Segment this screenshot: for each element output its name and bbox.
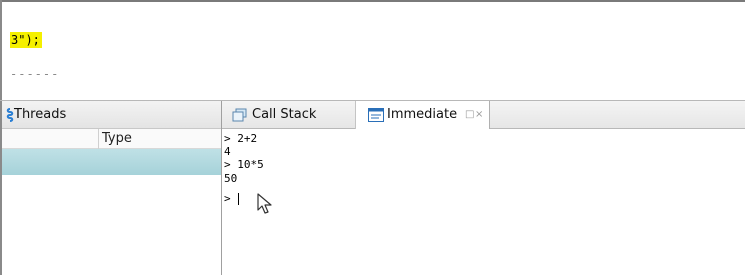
editor-separator-line: ------ bbox=[10, 67, 60, 81]
threads-panel: Threads Type bbox=[2, 101, 221, 275]
tab-threads[interactable]: Threads bbox=[2, 101, 221, 129]
immediate-line: > 2+2 bbox=[224, 132, 258, 145]
immediate-icon bbox=[368, 108, 384, 122]
immediate-window[interactable]: > 2+2 4 > 10*5 50 > bbox=[222, 129, 745, 275]
threads-tab-label: Threads bbox=[14, 107, 67, 122]
mouse-pointer-icon bbox=[257, 193, 272, 214]
column-header-type[interactable]: Type bbox=[102, 131, 132, 147]
threads-table-header: Type bbox=[2, 129, 221, 149]
debug-tab-strip: Call Stack Immediate □ × bbox=[222, 101, 745, 129]
code-editor[interactable]: 3"); ------ bbox=[2, 2, 745, 100]
tab-immediate[interactable]: Immediate □ × bbox=[356, 101, 490, 129]
maximize-icon[interactable]: □ bbox=[465, 109, 474, 121]
column-divider[interactable] bbox=[98, 129, 99, 149]
immediate-line: 50 bbox=[224, 172, 238, 185]
immediate-line: > 10*5 bbox=[224, 158, 264, 171]
close-icon[interactable]: × bbox=[475, 109, 483, 121]
tab-call-stack[interactable]: Call Stack bbox=[222, 101, 356, 129]
immediate-prompt[interactable]: > bbox=[224, 193, 237, 205]
immediate-line: 4 bbox=[224, 145, 231, 158]
text-caret bbox=[238, 193, 239, 205]
call-stack-tab-label: Call Stack bbox=[252, 107, 317, 122]
immediate-tab-label: Immediate bbox=[387, 107, 458, 122]
table-row[interactable] bbox=[2, 149, 221, 175]
call-stack-icon bbox=[232, 108, 247, 122]
threads-icon bbox=[6, 108, 14, 122]
highlighted-code-line: 3"); bbox=[10, 32, 42, 48]
